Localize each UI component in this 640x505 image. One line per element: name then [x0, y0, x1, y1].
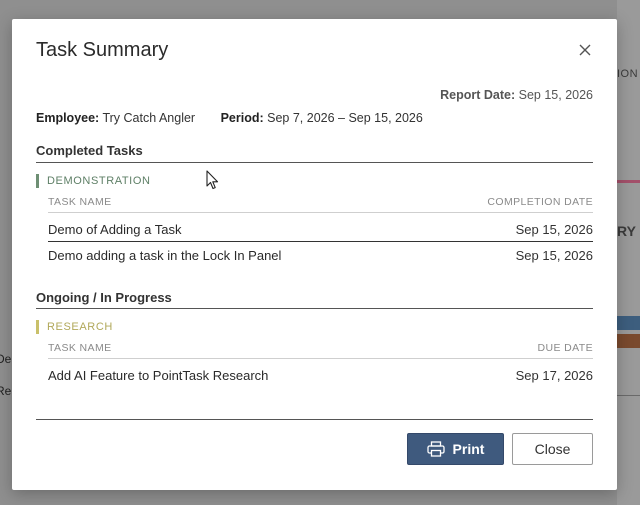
background-divider: [617, 395, 640, 396]
period-label: Period:: [220, 111, 264, 125]
task-date: Sep 15, 2026: [515, 222, 593, 237]
task-summary-dialog: Task Summary Report Date: Sep 15, 2026 E…: [12, 19, 617, 490]
background-page-left: De Re l: [0, 0, 12, 505]
ongoing-table-header: TASK NAME DUE DATE: [48, 342, 593, 354]
background-text: ION: [617, 68, 639, 80]
period-value: Sep 7, 2026 – Sep 15, 2026: [267, 111, 423, 125]
row-divider: [48, 241, 593, 242]
table-row: Demo of Adding a Task Sep 15, 2026: [48, 222, 593, 237]
background-text: Re: [0, 384, 12, 398]
table-row: Demo adding a task in the Lock In Panel …: [48, 248, 593, 263]
background-page-right: ION RY: [617, 0, 640, 505]
employee-label: Employee:: [36, 111, 100, 125]
task-name: Demo adding a task in the Lock In Panel: [48, 248, 282, 263]
column-header-completion-date: COMPLETION DATE: [487, 196, 593, 208]
completed-table-header: TASK NAME COMPLETION DATE: [48, 196, 593, 208]
report-date-value: Sep 15, 2026: [518, 88, 593, 102]
close-button[interactable]: Close: [512, 433, 593, 465]
background-bar: [617, 316, 640, 330]
group-label-research: RESEARCH: [36, 320, 113, 334]
close-icon[interactable]: [574, 39, 596, 61]
report-meta: Employee: Try Catch Angler Period: Sep 7…: [36, 111, 423, 125]
mouse-cursor-icon: [206, 170, 220, 195]
section-divider: [36, 162, 593, 163]
report-date-label: Report Date:: [440, 88, 516, 102]
column-header-due-date: DUE DATE: [537, 342, 593, 354]
background-accent-line: [617, 180, 640, 183]
background-text: RY: [617, 223, 636, 239]
completed-section-title: Completed Tasks: [36, 143, 143, 158]
print-button-label: Print: [452, 441, 485, 457]
close-button-label: Close: [534, 441, 571, 457]
task-date: Sep 15, 2026: [515, 248, 593, 263]
header-divider: [48, 212, 593, 213]
printer-icon: [426, 441, 445, 457]
header-divider: [48, 358, 593, 359]
print-button[interactable]: Print: [407, 433, 504, 465]
section-divider: [36, 308, 593, 309]
employee-value: Try Catch Angler: [102, 111, 196, 125]
task-name: Demo of Adding a Task: [48, 222, 182, 237]
task-date: Sep 17, 2026: [515, 368, 593, 383]
ongoing-section-title: Ongoing / In Progress: [36, 290, 172, 305]
background-bar: [617, 334, 640, 348]
table-row: Add AI Feature to PointTask Research Sep…: [48, 368, 593, 383]
footer-divider: [36, 419, 593, 420]
group-label-demonstration: DEMONSTRATION: [36, 174, 151, 188]
background-text: De: [0, 352, 12, 366]
report-date: Report Date: Sep 15, 2026: [440, 88, 593, 102]
task-name: Add AI Feature to PointTask Research: [48, 368, 269, 383]
column-header-task-name: TASK NAME: [48, 196, 112, 208]
column-header-task-name: TASK NAME: [48, 342, 112, 354]
dialog-title: Task Summary: [36, 39, 169, 61]
